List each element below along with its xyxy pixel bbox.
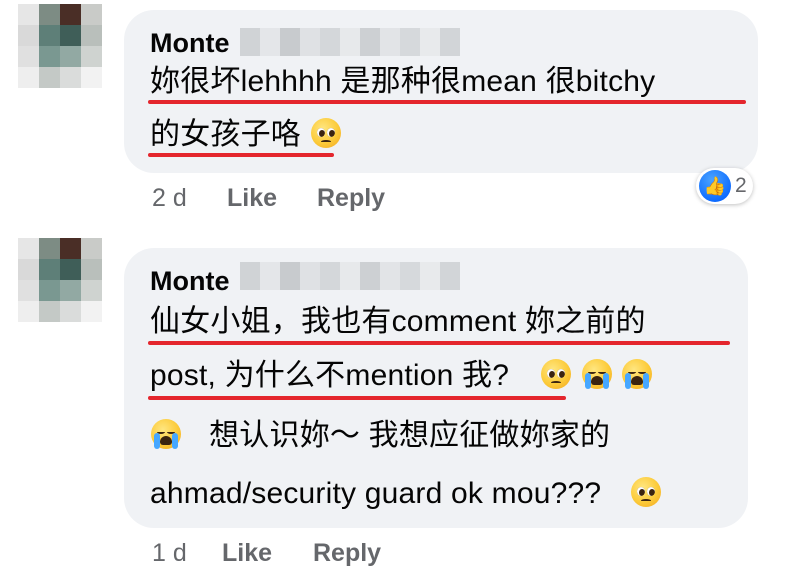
pleading-face-icon [631, 477, 662, 507]
comment-text-line: 的女孩子咯 [150, 118, 301, 151]
blurred-name [240, 28, 460, 56]
red-underline [148, 153, 334, 157]
comment-author[interactable]: Monte [150, 28, 229, 59]
like-button[interactable]: Like [227, 184, 277, 213]
red-underline [148, 341, 730, 345]
red-underline [148, 396, 566, 400]
reaction-count: 2 [735, 174, 747, 197]
avatar[interactable] [18, 4, 102, 88]
comment-text-line-wrap: ahmad/security guard ok mou??? [150, 476, 662, 512]
red-underline [148, 100, 746, 104]
reply-button[interactable]: Reply [317, 184, 385, 213]
comment-timestamp[interactable]: 1 d [152, 539, 187, 568]
thumbs-up-icon: 👍 [699, 170, 731, 202]
pleading-face-icon [310, 118, 341, 148]
comment-author[interactable]: Monte [150, 266, 229, 297]
comment-text-line-wrap: post, 为什么不mention 我? [150, 358, 653, 394]
reaction-summary[interactable]: 👍 2 [696, 168, 753, 204]
comment-text-line-wrap: 想认识妳～ 我想应征做妳家的 [150, 418, 610, 454]
avatar[interactable] [18, 238, 102, 322]
blurred-name [240, 262, 460, 290]
comment-text-line-wrap: 的女孩子咯 [150, 117, 342, 153]
comment-timestamp[interactable]: 2 d [152, 184, 187, 213]
pleading-face-icon [541, 359, 572, 389]
loudly-crying-face-icon [622, 359, 653, 389]
comment-text-line: post, 为什么不mention 我? [150, 359, 510, 392]
comment-text-line: 妳很坏lehhhh 是那种很mean 很bitchy [150, 65, 656, 98]
like-button[interactable]: Like [222, 539, 272, 568]
comment-text-line: 仙女小姐，我也有comment 妳之前的 [150, 305, 646, 338]
loudly-crying-face-icon [151, 419, 181, 449]
comment-text-line: 想认识妳～ 我想应征做妳家的 [209, 419, 611, 452]
reply-button[interactable]: Reply [313, 539, 381, 568]
loudly-crying-face-icon [581, 359, 612, 389]
comment-text-line: ahmad/security guard ok mou??? [150, 477, 602, 510]
